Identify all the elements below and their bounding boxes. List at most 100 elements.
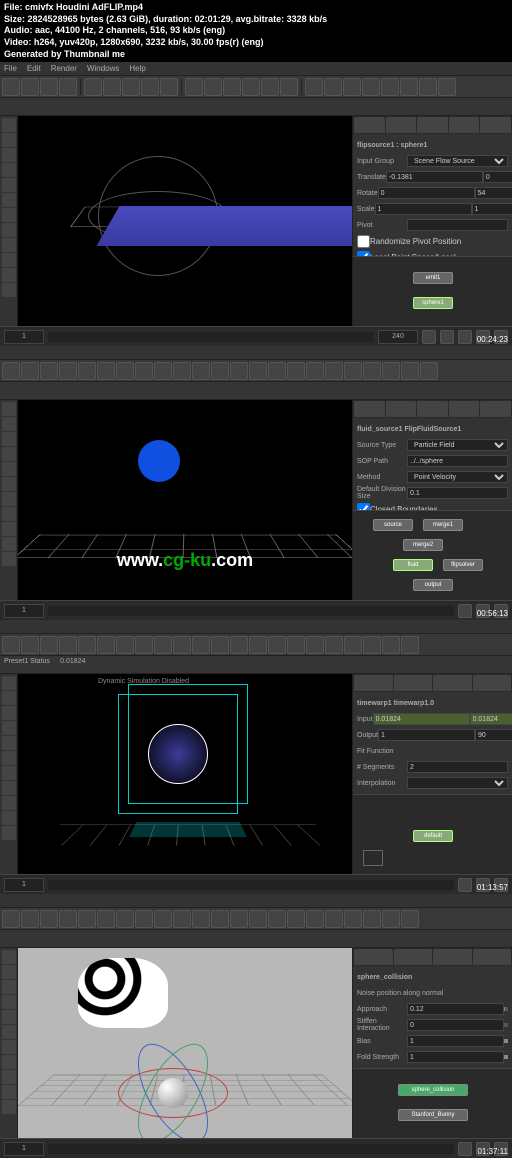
shelf-button[interactable] xyxy=(2,636,20,654)
shelf-button[interactable] xyxy=(280,78,298,96)
shelf-button[interactable] xyxy=(249,362,267,380)
frame-current[interactable]: 1 xyxy=(4,330,44,344)
shelf-button[interactable] xyxy=(78,636,96,654)
shelf-button[interactable] xyxy=(325,636,343,654)
shelf-button[interactable] xyxy=(324,78,342,96)
bias-slider[interactable] xyxy=(504,1039,508,1043)
shelf-button[interactable] xyxy=(40,636,58,654)
shelf-button[interactable] xyxy=(268,362,286,380)
shelf-button[interactable] xyxy=(401,910,419,928)
shelf-button[interactable] xyxy=(192,636,210,654)
shelf-button[interactable] xyxy=(154,910,172,928)
tool-icon[interactable] xyxy=(2,477,16,491)
timeline-track[interactable] xyxy=(48,1144,454,1154)
timeline-track[interactable] xyxy=(48,880,454,890)
tool-icon[interactable] xyxy=(2,1025,16,1039)
tool-icon[interactable] xyxy=(2,965,16,979)
tool-icon[interactable] xyxy=(2,417,16,431)
shelf-button[interactable] xyxy=(2,910,20,928)
pane-tab[interactable] xyxy=(354,401,385,417)
shelf-button[interactable] xyxy=(363,362,381,380)
shelf-button[interactable] xyxy=(306,636,324,654)
shelf-button[interactable] xyxy=(59,362,77,380)
pane-tab[interactable] xyxy=(480,401,511,417)
shelf-button[interactable] xyxy=(344,636,362,654)
shelf-button[interactable] xyxy=(306,910,324,928)
pane-tab[interactable] xyxy=(417,117,448,133)
shelf-button[interactable] xyxy=(84,78,102,96)
pivot-field[interactable] xyxy=(407,219,508,231)
tool-icon[interactable] xyxy=(2,552,16,566)
approach-field[interactable] xyxy=(407,1003,504,1015)
tool-icon[interactable] xyxy=(2,268,16,282)
tool-icon[interactable] xyxy=(2,1070,16,1084)
tool-icon[interactable] xyxy=(2,796,16,810)
tool-icon[interactable] xyxy=(2,223,16,237)
randomize-pivot-checkbox[interactable] xyxy=(357,235,370,248)
shelf-button[interactable] xyxy=(116,636,134,654)
shelf-button[interactable] xyxy=(211,362,229,380)
move-tool-icon[interactable] xyxy=(2,133,16,147)
pane-tab[interactable] xyxy=(449,401,480,417)
tool-icon[interactable] xyxy=(2,402,16,416)
shelf-button[interactable] xyxy=(173,362,191,380)
segments-field[interactable] xyxy=(407,761,508,773)
tool-icon[interactable] xyxy=(2,492,16,506)
shelf-button[interactable] xyxy=(420,362,438,380)
shelf-button[interactable] xyxy=(268,636,286,654)
shelf-button[interactable] xyxy=(135,910,153,928)
shelf-button[interactable] xyxy=(21,78,39,96)
tool-icon[interactable] xyxy=(2,283,16,297)
timeline-track[interactable] xyxy=(48,332,374,342)
rotate-tool-icon[interactable] xyxy=(2,148,16,162)
tool-icon[interactable] xyxy=(2,1100,16,1114)
ry-field[interactable] xyxy=(475,187,512,199)
shelf-button[interactable] xyxy=(419,78,437,96)
shelf-button[interactable] xyxy=(211,636,229,654)
frame-end[interactable]: 240 xyxy=(378,330,418,344)
shelf-button[interactable] xyxy=(305,78,323,96)
tool-icon[interactable] xyxy=(2,238,16,252)
tool-icon[interactable] xyxy=(2,736,16,750)
shelf-button[interactable] xyxy=(59,636,77,654)
tool-icon[interactable] xyxy=(2,721,16,735)
pane-tab[interactable] xyxy=(433,949,472,965)
shelf-button[interactable] xyxy=(78,910,96,928)
shelf-button[interactable] xyxy=(261,78,279,96)
shelf-button[interactable] xyxy=(249,636,267,654)
tool-icon[interactable] xyxy=(2,751,16,765)
shelf-button[interactable] xyxy=(242,78,260,96)
shelf-button[interactable] xyxy=(401,636,419,654)
tool-icon[interactable] xyxy=(2,980,16,994)
shelf-button[interactable] xyxy=(381,78,399,96)
3d-viewport[interactable] xyxy=(18,948,352,1138)
frame-current[interactable]: 1 xyxy=(4,1142,44,1156)
shelf-button[interactable] xyxy=(59,910,77,928)
tool-icon[interactable] xyxy=(2,1055,16,1069)
tool-icon[interactable] xyxy=(2,766,16,780)
tool-icon[interactable] xyxy=(2,507,16,521)
menu-file[interactable]: File xyxy=(4,64,17,73)
3d-viewport[interactable] xyxy=(18,116,352,326)
network-node[interactable]: sphere_collision xyxy=(398,1084,468,1096)
shelf-button[interactable] xyxy=(438,78,456,96)
shelf-button[interactable] xyxy=(382,636,400,654)
shelf-button[interactable] xyxy=(363,910,381,928)
play-icon[interactable] xyxy=(458,1142,472,1156)
tool-icon[interactable] xyxy=(2,208,16,222)
3d-viewport[interactable]: www.cg-ku.com xyxy=(18,400,352,600)
network-node[interactable]: merge2 xyxy=(403,539,443,551)
divsize-field[interactable] xyxy=(407,487,508,499)
output-start-field[interactable] xyxy=(378,729,475,741)
pane-tab[interactable] xyxy=(354,675,393,691)
pane-tab[interactable] xyxy=(417,401,448,417)
shelf-button[interactable] xyxy=(173,910,191,928)
rx-field[interactable] xyxy=(378,187,475,199)
shelf-button[interactable] xyxy=(363,636,381,654)
bias-field[interactable] xyxy=(407,1035,504,1047)
tool-icon[interactable] xyxy=(2,537,16,551)
approach-slider[interactable] xyxy=(504,1007,508,1011)
pane-tab[interactable] xyxy=(473,949,512,965)
pane-tab[interactable] xyxy=(394,949,433,965)
shelf-button[interactable] xyxy=(204,78,222,96)
